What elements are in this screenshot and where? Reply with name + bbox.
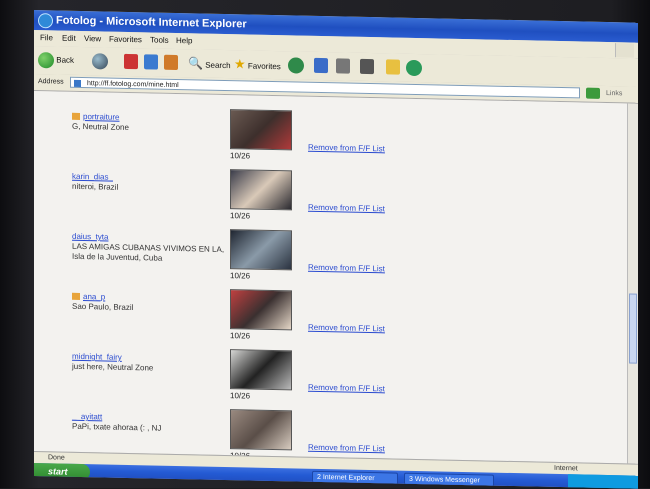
back-button[interactable]: Back [38, 50, 74, 71]
page-content: portraiture G, Neutral Zone 10/26 Remove fr… [34, 91, 628, 464]
camera-badge-icon [72, 113, 80, 121]
post-date: 10/26 [230, 331, 251, 341]
photo-thumbnail[interactable] [230, 229, 292, 271]
search-icon: 🔍 [188, 56, 203, 71]
post-date: 10/26 [230, 211, 251, 221]
back-arrow-icon [38, 51, 54, 69]
menu-favorites[interactable]: Favorites [109, 32, 142, 49]
username-text: portraiture [83, 112, 120, 122]
username-text: midnight_fairy [72, 351, 122, 362]
folder-icon [386, 59, 400, 76]
favorites-label: Favorites [247, 61, 281, 72]
page-icon [74, 79, 81, 87]
back-label: Back [56, 55, 75, 65]
star-icon: ★ [234, 56, 246, 72]
folder-button[interactable] [386, 57, 400, 77]
photo-thumbnail[interactable] [230, 289, 292, 331]
search-label: Search [205, 60, 231, 71]
remove-from-list-link[interactable]: Remove from F/F List [308, 443, 385, 454]
go-button[interactable] [586, 87, 600, 99]
print-button[interactable] [336, 56, 350, 76]
scrollbar-thumb[interactable] [629, 293, 637, 364]
forward-arrow-icon [92, 53, 108, 70]
menu-view[interactable]: View [84, 31, 101, 47]
post-date: 10/26 [230, 391, 251, 401]
windows-logo-icon [615, 43, 634, 58]
messenger-icon [406, 59, 422, 77]
location-text: LAS AMIGAS CUBANAS VIVIMOS EN LA, Isla d… [72, 241, 225, 263]
location-text: PaPi, txate ahoraa (: , NJ [72, 421, 162, 433]
photo-thumbnail[interactable] [230, 409, 292, 451]
remove-from-list-link[interactable]: Remove from F/F List [308, 323, 385, 334]
username-text: ana_p [83, 292, 106, 302]
system-tray [568, 474, 638, 489]
remove-from-list-link[interactable]: Remove from F/F List [308, 263, 385, 274]
history-icon [288, 57, 304, 74]
refresh-button[interactable] [144, 52, 158, 72]
search-button[interactable]: 🔍 Search [188, 53, 231, 74]
username-link[interactable]: midnight_fairy [72, 352, 122, 362]
browser-screen: Fotolog - Microsoft Internet Explorer Fi… [34, 10, 638, 489]
print-icon [336, 58, 350, 75]
username-link[interactable]: portraiture [72, 112, 119, 122]
favorites-button[interactable]: ★ Favorites [234, 54, 281, 75]
remove-from-list-link[interactable]: Remove from F/F List [308, 203, 385, 214]
location-text: niteroi, Brazil [72, 181, 119, 192]
photo-thumbnail[interactable] [230, 109, 292, 151]
post-date: 10/26 [230, 271, 251, 281]
username-text: __ayitatt [72, 411, 103, 422]
history-button[interactable] [288, 55, 304, 75]
camera-badge-icon [72, 293, 80, 301]
messenger-button[interactable] [406, 58, 422, 78]
menu-help[interactable]: Help [176, 33, 192, 49]
links-label[interactable]: Links [606, 86, 622, 102]
username-text: karin_dias_ [72, 171, 113, 182]
home-button[interactable] [164, 53, 178, 73]
refresh-icon [144, 54, 158, 70]
stop-icon [124, 54, 138, 70]
mail-icon [314, 58, 328, 74]
location-text: just here, Neutral Zone [72, 361, 154, 373]
home-icon [164, 55, 178, 71]
edit-icon [360, 59, 374, 75]
username-link[interactable]: __ayitatt [72, 412, 102, 422]
stop-button[interactable] [124, 52, 138, 72]
username-text: daius_tyta [72, 231, 109, 242]
edit-button[interactable] [360, 57, 374, 77]
address-url: http://ff.fotolog.com/mine.html [87, 80, 179, 90]
location-text: Sao Paulo, Brazil [72, 301, 134, 313]
username-link[interactable]: karin_dias_ [72, 172, 113, 182]
username-link[interactable]: daius_tyta [72, 232, 108, 242]
photo-thumbnail[interactable] [230, 349, 292, 391]
username-link[interactable]: ana_p [72, 292, 106, 302]
forward-button[interactable] [92, 51, 108, 71]
vertical-scrollbar[interactable] [627, 103, 638, 464]
post-date: 10/26 [230, 151, 251, 161]
remove-from-list-link[interactable]: Remove from F/F List [308, 143, 385, 154]
menu-edit[interactable]: Edit [62, 31, 76, 47]
remove-from-list-link[interactable]: Remove from F/F List [308, 383, 385, 394]
address-label: Address [38, 78, 64, 86]
mail-button[interactable] [314, 56, 328, 76]
location-text: G, Neutral Zone [72, 121, 129, 132]
menu-file[interactable]: File [40, 30, 53, 46]
menu-tools[interactable]: Tools [150, 32, 169, 48]
photo-thumbnail[interactable] [230, 169, 292, 211]
ie-icon [38, 13, 53, 29]
